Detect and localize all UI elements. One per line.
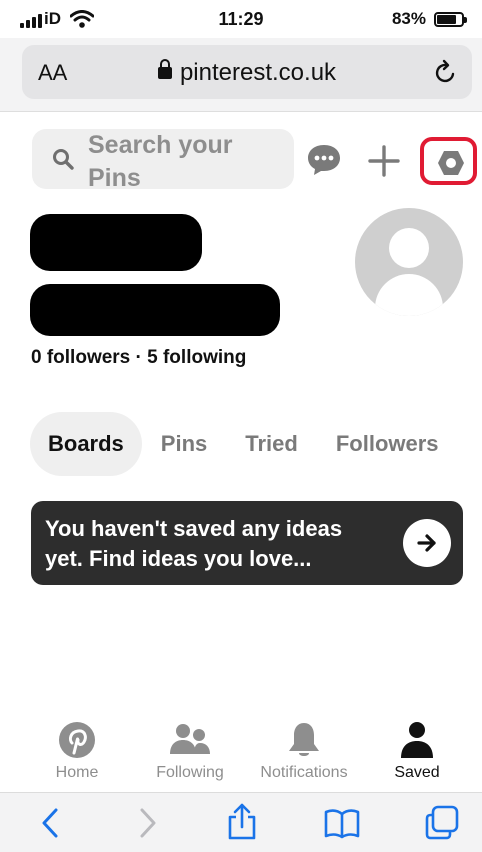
follow-summary[interactable]: 0 followers · 5 following	[31, 347, 246, 369]
person-icon	[401, 722, 433, 758]
address-bar[interactable]: AA pinterest.co.uk	[22, 45, 472, 99]
forward-icon[interactable]	[138, 807, 158, 844]
create-plus-icon[interactable]	[368, 145, 400, 182]
tab-tried[interactable]: Tried	[226, 412, 317, 476]
nav-label: Following	[156, 764, 224, 781]
pinterest-logo-icon	[59, 722, 95, 758]
share-icon[interactable]	[226, 803, 258, 846]
nav-label: Notifications	[260, 764, 348, 781]
settings-hexagon-icon	[438, 151, 464, 175]
tabs-icon[interactable]	[424, 805, 460, 846]
avatar[interactable]	[355, 208, 463, 316]
search-placeholder: Search your Pins	[88, 131, 233, 192]
reload-icon[interactable]	[434, 59, 458, 90]
bookmarks-icon[interactable]	[324, 807, 360, 844]
empty-state-banner[interactable]: You haven't saved any ideas yet. Find id…	[31, 501, 463, 585]
search-pins-input[interactable]: Search your Pins	[32, 129, 294, 192]
redacted-name	[30, 214, 202, 271]
settings-button[interactable]	[420, 137, 477, 185]
nav-label: Saved	[394, 764, 440, 781]
bell-icon	[289, 723, 319, 756]
nav-notifications[interactable]: Notifications	[252, 720, 356, 782]
url-display[interactable]: pinterest.co.uk	[22, 59, 472, 87]
profile-tabs: Boards Pins Tried Followers	[30, 412, 458, 476]
tab-boards[interactable]: Boards	[30, 412, 142, 476]
safari-toolbar	[0, 792, 482, 852]
tab-followers[interactable]: Followers	[317, 412, 458, 476]
lock-icon	[157, 59, 172, 79]
people-icon	[170, 724, 210, 754]
redacted-username	[30, 284, 280, 336]
status-bar: iD 11:29 83%	[0, 0, 482, 38]
battery-icon	[434, 12, 467, 27]
nav-label: Home	[55, 764, 99, 781]
browser-address-area: AA pinterest.co.uk	[0, 38, 482, 112]
nav-saved[interactable]: Saved	[388, 720, 446, 782]
search-icon	[52, 148, 74, 175]
tab-pins[interactable]: Pins	[142, 412, 226, 476]
battery-percent: 83%	[391, 9, 426, 28]
messages-icon[interactable]	[306, 143, 342, 182]
banner-text: You haven't saved any ideas yet. Find id…	[45, 516, 343, 571]
nav-following[interactable]: Following	[150, 720, 230, 782]
back-icon[interactable]	[40, 807, 60, 844]
bottom-nav: Home Following Notifications Saved	[0, 720, 482, 790]
url-text: pinterest.co.uk	[179, 59, 337, 86]
nav-home[interactable]: Home	[50, 720, 104, 782]
arrow-right-icon[interactable]	[403, 519, 451, 567]
